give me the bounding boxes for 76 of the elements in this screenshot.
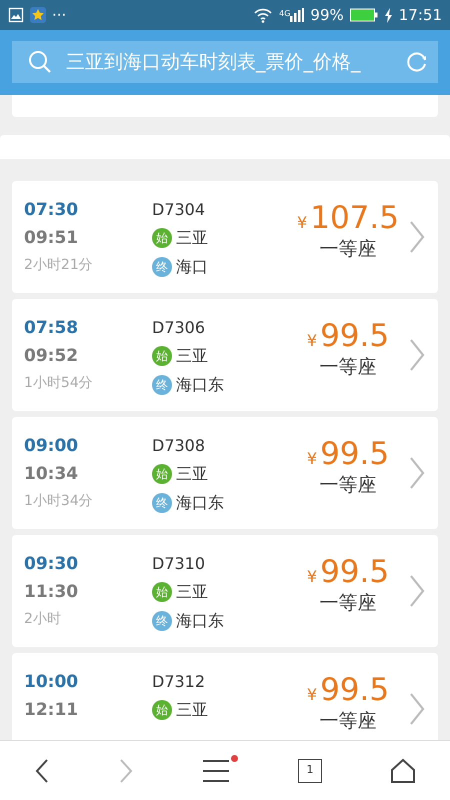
star-icon — [30, 7, 46, 23]
currency-sign: ¥ — [297, 212, 308, 234]
more-text: ··· — [52, 4, 66, 26]
currency-sign: ¥ — [306, 330, 318, 352]
wifi-icon — [253, 7, 274, 23]
station-name: 三亚 — [176, 463, 208, 485]
depart-time: 07:30 — [24, 199, 80, 221]
chevron-right-icon — [408, 574, 426, 608]
arrive-time: 10:34 — [24, 463, 80, 485]
station-name: 海口东 — [176, 610, 224, 632]
price-text: 99.5 — [320, 671, 390, 709]
charging-icon — [384, 8, 393, 22]
station-name: 海口东 — [176, 492, 224, 514]
price-text: 99.5 — [320, 317, 390, 355]
depart-time: 09:00 — [24, 435, 80, 457]
train-number: D7308 — [152, 435, 206, 457]
depart-time: 10:00 — [24, 671, 80, 693]
station-name: 海口东 — [176, 374, 224, 396]
price-text: 107.5 — [310, 199, 399, 237]
depart-time: 07:58 — [24, 317, 80, 339]
home-button[interactable] — [390, 758, 416, 784]
picture-icon — [8, 7, 24, 23]
station-name: 三亚 — [176, 227, 208, 249]
arrive-time: 12:11 — [24, 699, 80, 721]
chevron-right-icon — [408, 338, 426, 372]
arrive-time: 11:30 — [24, 581, 80, 603]
arrive-time: 09:52 — [24, 345, 80, 367]
seat-class: 一等座 — [320, 709, 376, 733]
station-badge: 终 — [152, 257, 172, 277]
station-name: 海口 — [176, 256, 208, 278]
depart-time: 09:30 — [24, 553, 80, 575]
clock-text: 17:51 — [398, 4, 442, 26]
train-card[interactable]: 10:00 12:11 D7312 始 三亚 ¥99.5 一等座 — [12, 653, 438, 740]
station-name: 三亚 — [176, 699, 208, 721]
train-number: D7310 — [152, 553, 206, 575]
duration-text: 2小时 — [24, 610, 62, 629]
currency-sign: ¥ — [306, 684, 318, 706]
station-badge: 终 — [152, 611, 172, 631]
signal-icon — [290, 8, 304, 22]
chevron-right-icon — [408, 456, 426, 490]
duration-text: 2小时21分 — [24, 256, 94, 275]
battery-icon — [350, 8, 378, 22]
station-name: 三亚 — [176, 581, 208, 603]
seat-class: 一等座 — [320, 237, 376, 261]
train-card[interactable]: 07:30 09:51 2小时21分 D7304 始 三亚 终 海口 ¥107.5 一等座 — [12, 181, 438, 293]
price-text: 99.5 — [320, 435, 390, 473]
chevron-right-icon — [408, 692, 426, 726]
seat-class: 一等座 — [320, 355, 376, 379]
station-badge: 终 — [152, 493, 172, 513]
train-card[interactable]: 09:00 10:34 1小时34分 D7308 始 三亚 终 海口东 ¥99.5 一等座 — [12, 417, 438, 529]
train-number: D7304 — [152, 199, 206, 221]
station-badge: 始 — [152, 464, 172, 484]
station-badge: 终 — [152, 375, 172, 395]
train-card[interactable]: 09:30 11:30 2小时 D7310 始 三亚 终 海口东 ¥99.5 一等座 — [12, 535, 438, 647]
tabs-button[interactable]: 1 — [298, 758, 322, 782]
price-text: 99.5 — [320, 553, 390, 591]
back-button[interactable] — [34, 758, 50, 784]
currency-sign: ¥ — [306, 448, 318, 470]
battery-percent: 99% — [310, 4, 344, 26]
arrive-time: 09:51 — [24, 227, 80, 249]
station-name: 三亚 — [176, 345, 208, 367]
seat-class: 一等座 — [320, 591, 376, 615]
duration-text: 1小时54分 — [24, 374, 94, 393]
network-type: 4G — [279, 8, 290, 20]
station-badge: 始 — [152, 228, 172, 248]
station-badge: 始 — [152, 700, 172, 720]
train-number: D7312 — [152, 671, 206, 693]
station-badge: 始 — [152, 346, 172, 366]
chevron-right-icon — [408, 220, 426, 254]
currency-sign: ¥ — [306, 566, 318, 588]
train-number: D7306 — [152, 317, 206, 339]
station-badge: 始 — [152, 582, 172, 602]
duration-text: 1小时34分 — [24, 492, 94, 511]
seat-class: 一等座 — [320, 473, 376, 497]
train-card[interactable]: 07:58 09:52 1小时54分 D7306 始 三亚 终 海口东 ¥99.5 一等座 — [12, 299, 438, 411]
search-icon — [28, 50, 52, 74]
